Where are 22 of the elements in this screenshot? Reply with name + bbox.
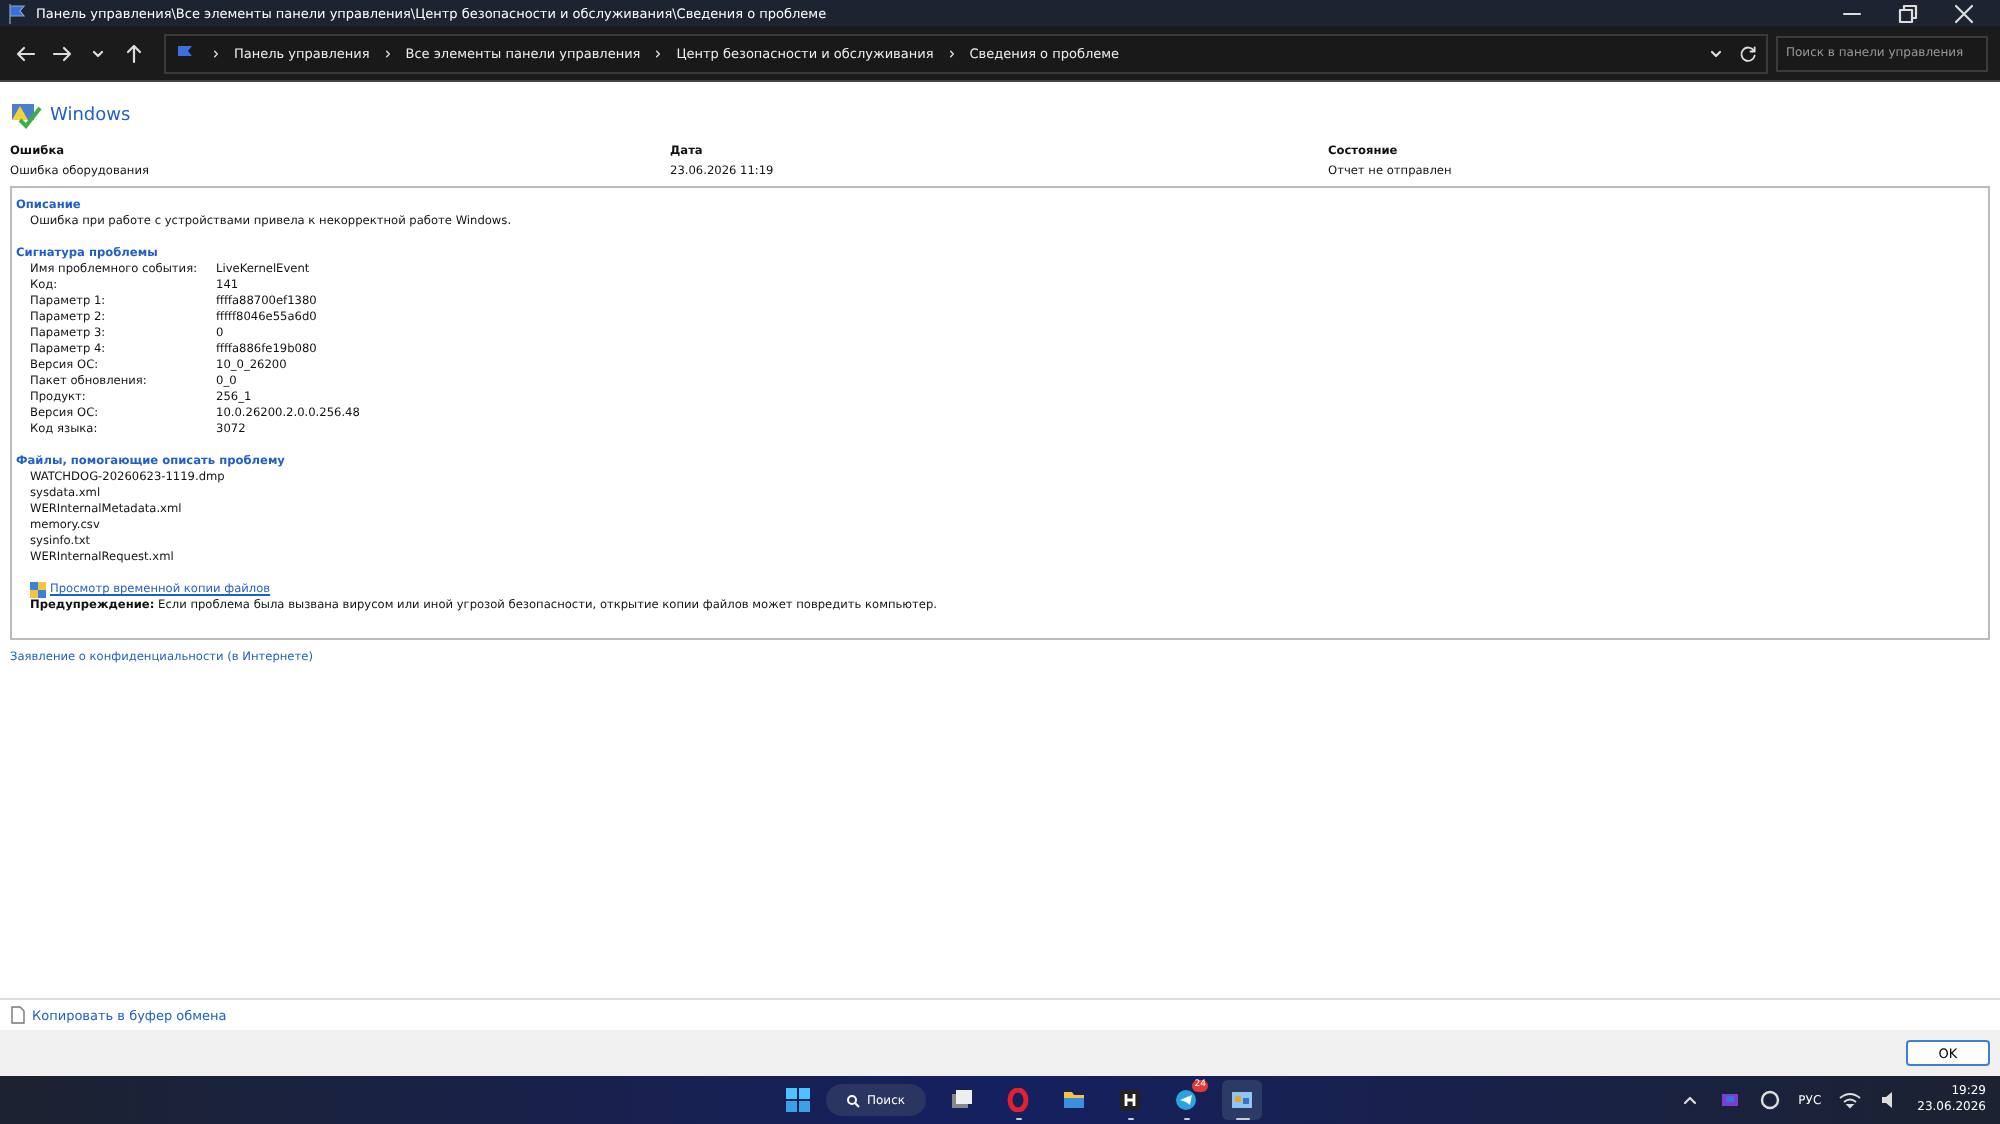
control-panel-icon: [1230, 1088, 1254, 1112]
monitor-icon[interactable]: [1718, 1088, 1743, 1112]
shield-check-icon: [10, 102, 42, 130]
refresh-icon[interactable]: [1738, 43, 1758, 63]
forward-icon[interactable]: [50, 41, 74, 65]
document-icon: [10, 1006, 26, 1024]
restore-icon[interactable]: [1896, 1, 1920, 25]
back-icon[interactable]: [14, 41, 38, 65]
close-icon[interactable]: [1952, 1, 1976, 25]
start-icon[interactable]: [786, 1088, 810, 1112]
taskbar-app[interactable]: [1222, 1080, 1262, 1120]
paper-plane-icon: [1174, 1088, 1198, 1112]
brand-title: Windows: [50, 106, 131, 126]
search-icon: [846, 1093, 861, 1107]
up-icon[interactable]: [122, 41, 146, 65]
wifi-icon[interactable]: [1837, 1088, 1862, 1112]
flag-icon: [6, 1, 30, 25]
folder-icon: [1062, 1088, 1086, 1112]
chevron-right-icon: [208, 45, 224, 61]
letter-tile-icon: [1118, 1088, 1142, 1112]
ring-icon: [1006, 1088, 1030, 1112]
windows-stack-icon: [950, 1088, 974, 1112]
